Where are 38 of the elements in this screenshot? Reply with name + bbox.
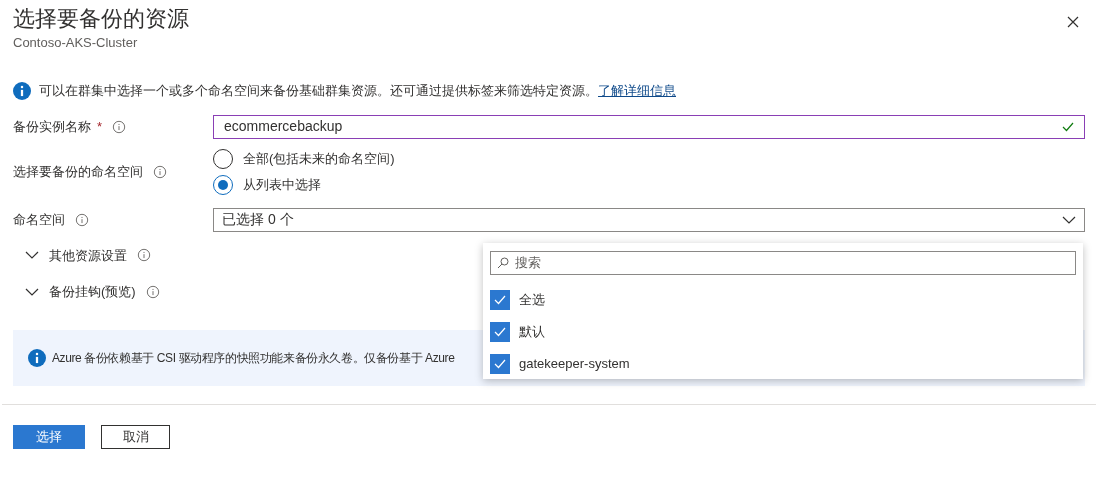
cancel-button[interactable]: 取消 — [101, 424, 170, 449]
radio-label: 从列表中选择 — [243, 175, 321, 194]
panel-subtitle: Contoso-AKS-Cluster — [13, 34, 139, 52]
required-mark: * — [97, 117, 103, 136]
chevron-down-icon[interactable] — [25, 251, 39, 260]
chevron-down-icon[interactable] — [25, 287, 39, 296]
section-header[interactable]: 备份挂钩(预览) — [49, 282, 136, 302]
namespace-dropdown[interactable]: 已选择 0 个 — [213, 207, 1085, 232]
banner-text: Azure 备份依赖基于 CSI 驱动程序的快照功能来备份永久卷。仅备份基于 Azure — [52, 349, 455, 367]
checkmark-icon — [494, 295, 506, 305]
checkmark-icon — [494, 359, 506, 369]
checkmark-icon — [494, 327, 506, 337]
instance-name-field[interactable]: ecommercebackup — [213, 114, 1085, 139]
learn-more-link[interactable]: 了解详细信息 — [598, 83, 676, 98]
select-button[interactable]: 选择 — [13, 424, 85, 449]
info-icon — [75, 212, 89, 227]
info-icon — [153, 164, 167, 179]
panel-title: 选择要备份的资源 — [13, 5, 189, 33]
section-header[interactable]: 其他资源设置 — [49, 245, 127, 265]
chevron-down-icon — [1062, 215, 1076, 224]
checkbox[interactable] — [490, 290, 510, 310]
checkbox-label: 全选 — [519, 291, 545, 310]
field-label: 备份实例名称 — [13, 117, 91, 136]
info-icon — [112, 119, 127, 134]
checkbox[interactable] — [490, 354, 510, 374]
search-field[interactable]: 搜索 — [490, 251, 1076, 275]
info-icon — [28, 348, 46, 367]
info-icon — [137, 248, 151, 263]
checkbox-label: 默认 — [519, 323, 545, 342]
search-icon — [497, 257, 509, 269]
info-text: 可以在群集中选择一个或多个命名空间来备份基础群集资源。还可通过提供标签来筛选特定资源。了解详细信息 — [39, 82, 676, 100]
info-icon — [145, 284, 160, 299]
field-label: 选择要备份的命名空间 — [13, 162, 143, 181]
checkbox-label: gatekeeper-system — [519, 355, 630, 374]
checkbox[interactable] — [490, 322, 510, 342]
field-label: 命名空间 — [13, 210, 65, 229]
info-icon — [13, 81, 31, 100]
radio-label: 全部(包括未来的命名空间) — [243, 149, 395, 168]
